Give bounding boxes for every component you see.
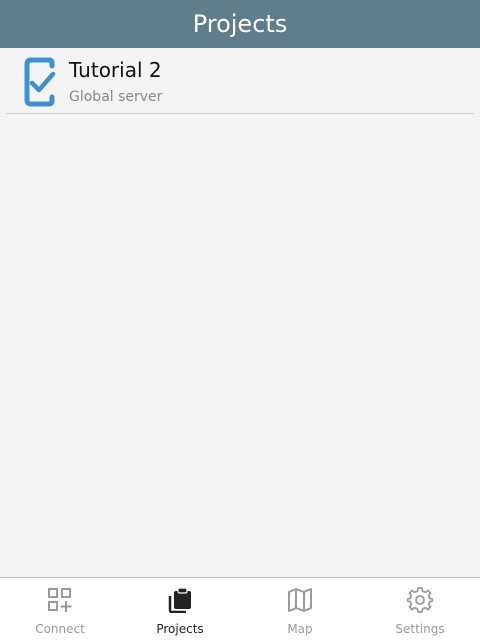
nav-label-settings: Settings	[395, 622, 445, 636]
nav-label-projects: Projects	[156, 622, 204, 636]
map-icon	[288, 588, 312, 612]
nav-label-map: Map	[287, 622, 313, 636]
qr-code-icon	[48, 588, 72, 612]
project-title: Tutorial 2	[69, 58, 162, 82]
project-subtitle: Global server	[69, 89, 163, 105]
nav-item-map[interactable]: Map	[240, 578, 360, 640]
nav-item-settings[interactable]: Settings	[360, 578, 480, 640]
project-list-item[interactable]: Tutorial 2 Global server	[6, 48, 474, 114]
project-list: Tutorial 2 Global server	[0, 48, 480, 114]
clipboard-icon	[168, 587, 191, 613]
nav-item-connect[interactable]: Connect	[0, 578, 120, 640]
nav-item-projects[interactable]: Projects	[120, 578, 240, 640]
nav-label-connect: Connect	[35, 622, 85, 636]
gear-icon	[407, 587, 433, 613]
bottom-navigation: Connect Projects Map Settings	[0, 577, 480, 640]
app-header: Projects	[0, 0, 480, 48]
checklist-icon	[24, 57, 56, 107]
app-root: Projects Tutorial 2 Global server Connec…	[0, 0, 480, 640]
page-title: Projects	[192, 10, 288, 38]
